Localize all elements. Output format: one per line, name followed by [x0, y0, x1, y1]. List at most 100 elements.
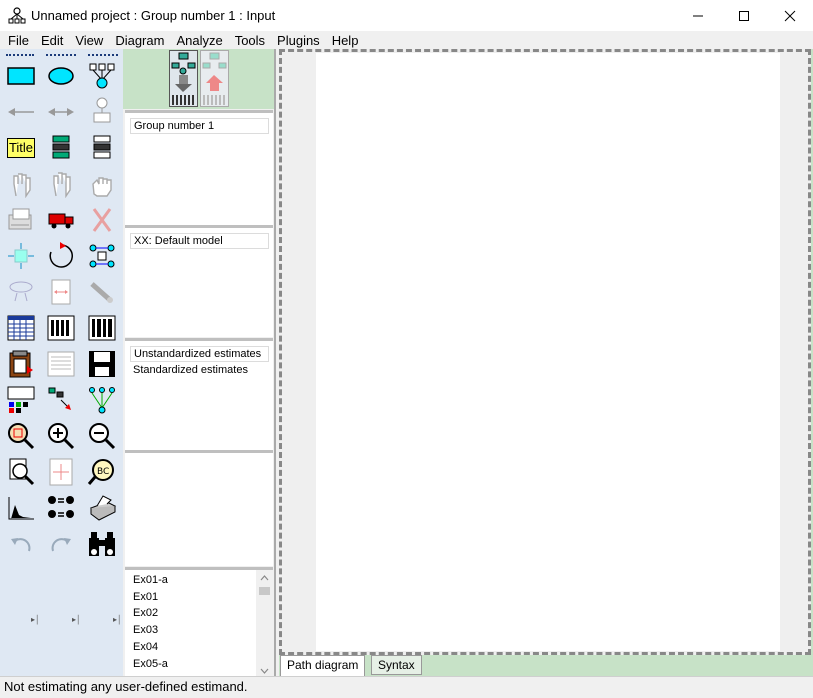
page-boundary[interactable]	[316, 53, 780, 651]
scroll-down-icon[interactable]	[256, 664, 273, 676]
distribution-icon	[8, 497, 34, 520]
file-item[interactable]: Ex04	[125, 639, 273, 656]
multiple-group-icon	[48, 496, 74, 518]
tool-distribution[interactable]	[6, 493, 36, 523]
tool-unique-variable[interactable]	[87, 95, 117, 125]
scroll-up-icon[interactable]	[256, 571, 273, 585]
toolbox-expand-icon[interactable]: ▸​│	[31, 615, 40, 624]
tool-loupe[interactable]: BC	[87, 457, 117, 487]
close-button[interactable]	[767, 0, 813, 31]
toolbox-expand-icon[interactable]: ▸​│	[113, 615, 122, 624]
file-item[interactable]: Ex02	[125, 605, 273, 622]
tool-calculate-estimates[interactable]	[87, 313, 117, 343]
tool-erase[interactable]	[87, 205, 117, 235]
list-variables-dataset-icon	[93, 135, 111, 159]
drawing-area[interactable]	[279, 49, 811, 655]
minimize-button[interactable]	[675, 0, 721, 31]
tool-draw-observed[interactable]	[6, 61, 36, 91]
menu-diagram[interactable]: Diagram	[111, 33, 168, 48]
view-text-icon	[47, 351, 75, 377]
touch-up-icon	[51, 279, 71, 305]
tool-shape-change[interactable]	[6, 277, 36, 307]
tool-view-page[interactable]	[6, 457, 36, 487]
rotate-icon	[49, 242, 73, 268]
tool-object-properties[interactable]	[6, 385, 36, 415]
tool-list-variables-model[interactable]	[46, 133, 76, 163]
view-output-button[interactable]	[200, 50, 229, 107]
file-item[interactable]: Ex03	[125, 622, 273, 639]
tool-zoom-area[interactable]	[6, 421, 36, 451]
group-item[interactable]: Group number 1	[130, 118, 269, 134]
tool-touch-up[interactable]	[46, 277, 76, 307]
maximize-button[interactable]	[721, 0, 767, 31]
tool-select-one[interactable]	[6, 169, 36, 199]
menu-view[interactable]: View	[71, 33, 107, 48]
tool-save[interactable]	[87, 349, 117, 379]
toolbox-separator	[88, 54, 118, 56]
input-path-diagram-icon	[171, 52, 196, 105]
toolbox-expand-icon[interactable]: ▸​│	[72, 615, 81, 624]
calculate-estimates-icon	[88, 315, 116, 341]
tool-reflect[interactable]	[87, 241, 117, 271]
tool-data-files[interactable]	[6, 313, 36, 343]
models-panel: XX: Default model	[125, 225, 273, 337]
fit-to-page-icon	[49, 458, 73, 486]
select-one-hand-icon	[13, 173, 31, 198]
tool-resize[interactable]	[6, 241, 36, 271]
tool-preserve-symmetry[interactable]	[87, 277, 117, 307]
tool-deselect-all[interactable]	[87, 169, 117, 199]
view-input-button[interactable]	[169, 50, 198, 107]
rectangle-icon	[7, 67, 35, 85]
tool-select-all[interactable]	[46, 169, 76, 199]
tool-zoom-in[interactable]	[46, 421, 76, 451]
tool-title[interactable]: Title	[6, 133, 36, 163]
tool-fit-to-page[interactable]	[46, 457, 76, 487]
tool-double-arrow[interactable]	[46, 97, 76, 127]
menu-bar: File Edit View Diagram Analyze Tools Plu…	[0, 31, 813, 49]
menu-plugins[interactable]: Plugins	[273, 33, 324, 48]
file-list-scrollbar[interactable]	[256, 570, 273, 676]
minimize-icon	[693, 15, 703, 16]
toolbox: Title	[0, 49, 123, 676]
tool-duplicate[interactable]	[6, 205, 36, 235]
unstandardized-estimates-option[interactable]: Unstandardized estimates	[130, 346, 269, 362]
tool-drag-properties[interactable]	[46, 385, 76, 415]
tool-copy-clipboard[interactable]	[6, 349, 36, 379]
window-title: Unnamed project : Group number 1 : Input	[31, 8, 276, 23]
tool-redo[interactable]	[46, 529, 76, 559]
menu-analyze[interactable]: Analyze	[172, 33, 226, 48]
tool-move-parameters[interactable]	[87, 385, 117, 415]
tool-draw-unobserved[interactable]	[46, 61, 76, 91]
tool-specification-search[interactable]	[87, 529, 117, 559]
close-icon	[784, 10, 796, 21]
ellipse-icon	[48, 67, 74, 85]
file-item[interactable]: Ex01-a	[125, 572, 273, 589]
double-arrow-icon	[48, 108, 74, 116]
preserve-symmetry-icon	[90, 282, 113, 303]
file-item[interactable]: Ex01	[125, 589, 273, 606]
tool-undo[interactable]	[6, 529, 36, 559]
tool-indicator[interactable]	[87, 61, 117, 91]
scroll-thumb[interactable]	[259, 587, 270, 595]
menu-edit[interactable]: Edit	[37, 33, 67, 48]
indicator-tree-icon	[89, 63, 115, 89]
tool-list-variables-dataset[interactable]	[87, 133, 117, 163]
menu-file[interactable]: File	[4, 33, 33, 48]
tab-syntax[interactable]: Syntax	[371, 655, 422, 675]
tool-zoom-out[interactable]	[87, 421, 117, 451]
tool-single-arrow[interactable]	[6, 97, 36, 127]
standardized-estimates-option[interactable]: Standardized estimates	[133, 362, 269, 378]
tool-move[interactable]	[46, 205, 76, 235]
tool-analysis-properties[interactable]	[46, 313, 76, 343]
file-item[interactable]: Ex05-a	[125, 656, 273, 673]
analysis-properties-icon	[47, 315, 75, 341]
tab-path-diagram[interactable]: Path diagram	[280, 655, 366, 676]
tool-multiple-group[interactable]	[46, 493, 76, 523]
tool-rotate[interactable]	[46, 241, 76, 271]
menu-help[interactable]: Help	[328, 33, 363, 48]
tool-print[interactable]	[87, 493, 117, 523]
menu-tools[interactable]: Tools	[231, 33, 269, 48]
svg-text:BC: BC	[97, 467, 109, 477]
tool-view-text[interactable]	[46, 349, 76, 379]
model-item[interactable]: XX: Default model	[130, 233, 269, 249]
